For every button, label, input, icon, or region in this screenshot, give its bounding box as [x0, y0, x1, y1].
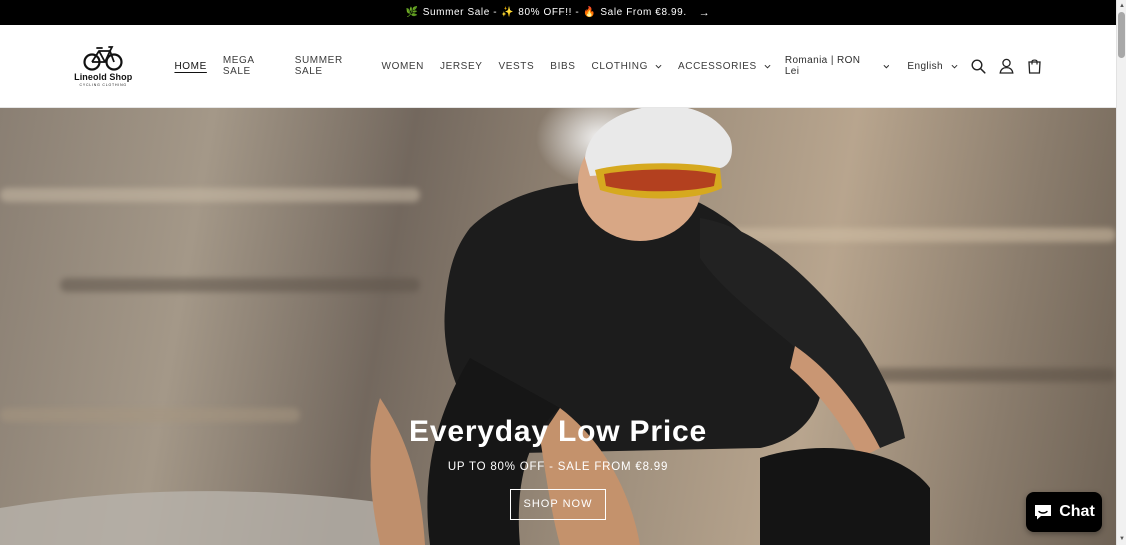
- country-selector[interactable]: Romania | RON Lei: [779, 51, 896, 81]
- language-selector-label: English: [907, 60, 944, 72]
- language-selector[interactable]: English: [901, 51, 964, 81]
- cart-button[interactable]: [1020, 51, 1048, 81]
- page: 🌿 Summer Sale - ✨ 80% OFF!! - 🔥 Sale Fro…: [0, 0, 1116, 545]
- announcement-text-3: Sale From €8.99.: [600, 7, 687, 18]
- nav-item-accessories[interactable]: ACCESSORIES: [670, 51, 779, 81]
- chat-bubble-icon: [1035, 505, 1052, 520]
- leaf-emoji: 🌿: [405, 7, 419, 18]
- nav-item-clothing[interactable]: CLOTHING: [584, 51, 670, 81]
- nav-item-women[interactable]: WOMEN: [374, 51, 432, 81]
- cart-icon: [1027, 59, 1041, 74]
- scrollbar-thumb[interactable]: [1118, 12, 1125, 58]
- shop-now-button[interactable]: SHOP NOW: [510, 489, 606, 520]
- chevron-down-icon: [883, 64, 889, 68]
- chevron-down-icon: [655, 64, 662, 69]
- announcement-text-1: Summer Sale -: [422, 7, 498, 18]
- header-right: Romania | RON Lei English: [779, 51, 1048, 81]
- page-scrollbar[interactable]: ▲ ▼: [1116, 0, 1126, 545]
- search-icon: [971, 58, 986, 74]
- scroll-up-arrow-icon[interactable]: ▲: [1118, 1, 1126, 11]
- site-logo[interactable]: Lineold Shop CYCLING CLOTHING: [72, 45, 134, 87]
- arrow-right-icon[interactable]: →: [699, 7, 711, 19]
- nav-item-mega-sale[interactable]: MEGA SALE: [215, 51, 287, 81]
- logo-brand-text: Lineold Shop: [74, 72, 133, 82]
- bicycle-logo-icon: [83, 46, 123, 71]
- hero-content: Everyday Low Price UP TO 80% OFF - SALE …: [0, 415, 1116, 520]
- fire-emoji: 🔥: [583, 7, 597, 18]
- account-button[interactable]: [992, 51, 1020, 81]
- account-icon: [998, 58, 1014, 74]
- nav-item-bibs[interactable]: BIBS: [542, 51, 583, 81]
- nav-item-home[interactable]: HOME: [166, 51, 214, 81]
- nav-item-vests[interactable]: VESTS: [491, 51, 543, 81]
- nav-item-summer-sale[interactable]: SUMMER SALE: [287, 51, 374, 81]
- chat-widget-button[interactable]: Chat: [1026, 492, 1102, 532]
- site-header: Lineold Shop CYCLING CLOTHING HOME MEGA …: [0, 25, 1116, 108]
- chevron-down-icon: [764, 64, 771, 69]
- sparkles-emoji: ✨: [501, 7, 515, 18]
- search-button[interactable]: [964, 51, 992, 81]
- hero-subtitle: UP TO 80% OFF - SALE FROM €8.99: [447, 461, 669, 473]
- country-selector-label: Romania | RON Lei: [784, 55, 861, 77]
- chat-label: Chat: [1059, 503, 1095, 520]
- chevron-down-icon: [951, 64, 958, 69]
- announcement-text-2: 80% OFF!! -: [518, 7, 580, 18]
- hero-title: Everyday Low Price: [409, 415, 707, 448]
- main-nav: HOME MEGA SALE SUMMER SALE WOMEN JERSEY …: [166, 51, 778, 81]
- hero-banner: Everyday Low Price UP TO 80% OFF - SALE …: [0, 108, 1116, 545]
- announcement-bar[interactable]: 🌿 Summer Sale - ✨ 80% OFF!! - 🔥 Sale Fro…: [0, 0, 1116, 25]
- logo-tagline: CYCLING CLOTHING: [79, 83, 127, 87]
- nav-item-jersey[interactable]: JERSEY: [432, 51, 491, 81]
- scroll-down-arrow-icon[interactable]: ▼: [1118, 534, 1126, 544]
